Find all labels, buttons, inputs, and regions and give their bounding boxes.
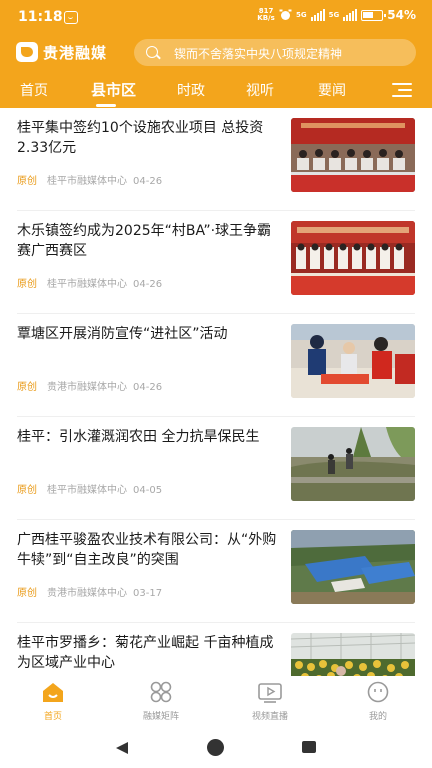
news-thumbnail-signing-ceremony[interactable] <box>291 118 415 192</box>
news-tag: 原创 <box>17 279 37 290</box>
video-icon <box>225 680 315 706</box>
news-item[interactable]: 覃塘区开展消防宣传“进社区”活动 原创 贵港市融媒体中心 04-26 <box>0 314 432 417</box>
news-tag: 原创 <box>17 176 37 187</box>
nav-home-label: 首页 <box>43 712 62 722</box>
status-indicators: 817 KB/s 5G 5G 54% <box>257 8 416 23</box>
nav-media-matrix-label: 融媒矩阵 <box>142 712 179 722</box>
nav-home[interactable]: 首页 <box>8 680 98 722</box>
news-meta: 原创 桂平市融媒体中心 04-26 <box>17 172 162 187</box>
news-title[interactable]: 木乐镇签约成为2025年“村BA”·球王争霸赛广西赛区 <box>17 221 279 261</box>
tab-county-city[interactable]: 县市区 <box>91 79 136 100</box>
app-logo: 贵港融媒 <box>16 41 107 63</box>
news-source: 贵港市融媒体中心 <box>47 588 127 599</box>
news-source: 桂平市融媒体中心 <box>47 176 127 187</box>
tab-headlines[interactable]: 要闻 <box>318 80 346 100</box>
news-title[interactable]: 广西桂平骏盈农业技术有限公司：从“外购牛犊”到“自主改良”的突围 <box>17 530 279 570</box>
logo-text: 贵港融媒 <box>43 43 108 62</box>
alarm-icon <box>279 9 292 20</box>
signal-2-label: 5G <box>328 11 340 19</box>
tab-audiovisual[interactable]: 视听 <box>246 80 274 100</box>
news-tag: 原创 <box>17 485 37 496</box>
bottom-navigation: 首页 融媒矩阵 视频直播 我的 <box>0 676 432 732</box>
battery-icon <box>361 9 387 21</box>
active-tab-indicator <box>96 104 116 107</box>
home-icon <box>8 680 98 706</box>
news-thumbnail-farm-aerial[interactable] <box>291 530 415 604</box>
user-face-icon <box>333 680 423 706</box>
channel-menu-icon[interactable] <box>392 82 412 98</box>
news-source: 贵港市融媒体中心 <box>47 382 127 393</box>
news-meta: 原创 桂平市融媒体中心 04-26 <box>17 275 162 290</box>
nav-media-matrix[interactable]: 融媒矩阵 <box>116 680 206 722</box>
news-item[interactable]: 桂平集中签约10个设施农业项目 总投资2.33亿元 原创 桂平市融媒体中心 04-2… <box>0 108 432 211</box>
nav-video-live[interactable]: 视频直播 <box>225 680 315 722</box>
system-navigation-bar <box>0 732 432 768</box>
status-time: 11:18 <box>18 9 63 25</box>
search-icon <box>146 46 158 58</box>
nav-mine[interactable]: 我的 <box>333 680 423 722</box>
nav-mine-label: 我的 <box>368 712 387 722</box>
back-icon[interactable] <box>116 742 128 754</box>
news-date: 04-26 <box>133 382 163 393</box>
app-header: 11:18 817 KB/s 5G 5G 54% 贵港融媒 锲而不舍落实中央八项… <box>0 0 432 108</box>
search-bar[interactable]: 锲而不舍落实中央八项规定精神 <box>134 39 416 66</box>
news-item[interactable]: 桂平：引水灌溉润农田 全力抗旱保民生 原创 桂平市融媒体中心 04-05 <box>0 417 432 520</box>
news-title[interactable]: 桂平集中签约10个设施农业项目 总投资2.33亿元 <box>17 118 279 158</box>
news-date: 04-26 <box>133 176 163 187</box>
news-date: 04-26 <box>133 279 163 290</box>
logo-mark-icon <box>16 42 38 62</box>
network-speed-unit: KB/s <box>257 14 275 22</box>
grid-icon <box>116 680 206 706</box>
battery-percent: 54% <box>387 8 416 22</box>
news-source: 桂平市融媒体中心 <box>47 279 127 290</box>
channel-tabs: 首页 县市区 时政 视听 要闻 <box>0 76 432 107</box>
tab-politics[interactable]: 时政 <box>177 80 205 100</box>
news-thumbnail-irrigation[interactable] <box>291 427 415 501</box>
status-bar: 11:18 817 KB/s 5G 5G 54% <box>0 0 432 36</box>
news-meta: 原创 桂平市融媒体中心 04-05 <box>17 481 162 496</box>
news-item[interactable]: 木乐镇签约成为2025年“村BA”·球王争霸赛广西赛区 原创 桂平市融媒体中心 04… <box>0 211 432 314</box>
news-meta: 原创 贵港市融媒体中心 04-26 <box>17 378 162 393</box>
news-tag: 原创 <box>17 588 37 599</box>
news-date: 03-17 <box>133 588 163 599</box>
search-placeholder: 锲而不舍落实中央八项规定精神 <box>174 47 343 61</box>
news-thumbnail-fire-safety[interactable] <box>291 324 415 398</box>
signal-1-label: 5G <box>296 11 307 19</box>
news-title[interactable]: 覃塘区开展消防宣传“进社区”活动 <box>17 324 279 344</box>
news-meta: 原创 贵港市融媒体中心 03-17 <box>17 584 162 599</box>
nav-video-live-label: 视频直播 <box>251 712 288 722</box>
news-date: 04-05 <box>133 485 163 496</box>
news-title[interactable]: 桂平：引水灌溉润农田 全力抗旱保民生 <box>17 427 279 447</box>
news-tag: 原创 <box>17 382 37 393</box>
news-item[interactable]: 广西桂平骏盈农业技术有限公司：从“外购牛犊”到“自主改良”的突围 原创 贵港市融媒… <box>0 520 432 623</box>
recent-apps-icon[interactable] <box>302 741 316 753</box>
news-source: 桂平市融媒体中心 <box>47 485 127 496</box>
tab-home[interactable]: 首页 <box>20 80 48 100</box>
news-title[interactable]: 桂平市罗播乡：菊花产业崛起 千亩种植成为区域产业中心 <box>17 633 279 673</box>
news-thumbnail-signing-stage[interactable] <box>291 221 415 295</box>
network-speed: 817 KB/s <box>257 8 275 22</box>
signal-1-icon <box>310 9 325 21</box>
home-circle-icon[interactable] <box>207 739 224 756</box>
signal-2-icon <box>343 9 358 21</box>
notification-app-icon <box>64 11 78 24</box>
